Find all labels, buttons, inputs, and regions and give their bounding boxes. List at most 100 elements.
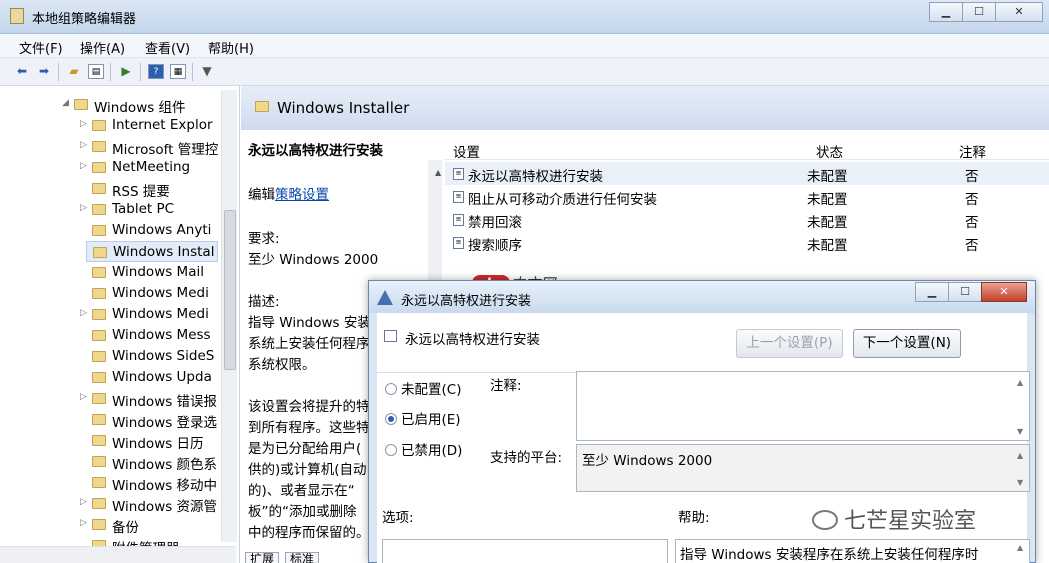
tree-item-label: Windows Medi	[112, 306, 209, 322]
tree-item-label: Windows Mail	[112, 264, 204, 280]
tree-item[interactable]: Windows SideS	[0, 346, 218, 367]
tab-standard[interactable]: 标准	[285, 552, 320, 563]
dialog-maximize-button[interactable]: ☐	[948, 282, 982, 302]
comment-textarea[interactable]: ▲ ▼	[576, 371, 1030, 441]
tree-item-label: Windows Upda	[112, 369, 212, 385]
forward-icon[interactable]: ➡	[36, 64, 52, 79]
wechat-watermark: 七芒星实验室	[812, 503, 976, 535]
tree-item[interactable]: Windows 移动中	[0, 472, 218, 493]
radio-disabled[interactable]: 已禁用(D)	[385, 439, 462, 459]
tree-item[interactable]: Windows Mess	[0, 325, 218, 346]
expand-arrow-icon[interactable]: ▷	[80, 161, 87, 171]
description-line: 系统权限。	[248, 357, 316, 373]
expand-arrow-icon[interactable]: ▷	[80, 497, 87, 507]
next-setting-button[interactable]: 下一个设置(N)	[853, 329, 961, 358]
tree-item[interactable]: ▷ Windows 资源管	[0, 493, 218, 514]
export-list-icon[interactable]: ▶	[118, 64, 134, 79]
tree-item[interactable]: ▷ Internet Explor	[0, 115, 218, 136]
tree-scrollbar[interactable]	[221, 90, 237, 542]
tree-item[interactable]: Windows 日历	[0, 430, 218, 451]
properties-icon[interactable]: ▦	[170, 64, 186, 79]
tree-item[interactable]: ▷ NetMeeting	[0, 157, 218, 178]
menu-help[interactable]: 帮助(H)	[208, 38, 254, 57]
menu-bar: 文件(F) 操作(A) 查看(V) 帮助(H)	[0, 34, 1049, 58]
setting-icon	[384, 330, 397, 342]
folder-icon	[92, 456, 106, 467]
folder-icon	[92, 393, 106, 404]
tree-item[interactable]: Windows Mail	[0, 262, 218, 283]
close-button[interactable]: ✕	[995, 2, 1043, 22]
back-icon[interactable]: ⬅	[14, 64, 30, 79]
edit-policy-link[interactable]: 策略设置	[275, 187, 329, 203]
folder-icon	[92, 477, 106, 488]
tree-item[interactable]: ▷ 备份	[0, 514, 218, 535]
tab-extended[interactable]: 扩展	[245, 552, 280, 563]
column-setting[interactable]: 设置	[453, 141, 480, 161]
policy-icon: ≡	[453, 214, 464, 226]
options-panel[interactable]	[382, 539, 668, 563]
tree-item[interactable]: RSS 提要	[0, 178, 218, 199]
expand-arrow-icon[interactable]: ▷	[80, 119, 87, 129]
tree-horizontal-scrollbar[interactable]	[0, 546, 236, 563]
policy-icon: ≡	[453, 168, 464, 180]
table-row[interactable]: ≡ 永远以高特权进行安装 未配置 否	[445, 162, 1049, 185]
tree-item[interactable]: Windows 颜色系	[0, 451, 218, 472]
menu-action[interactable]: 操作(A)	[80, 38, 125, 57]
scroll-thumb[interactable]	[224, 210, 236, 370]
minimize-button[interactable]: ▁	[929, 2, 963, 22]
show-hide-tree-icon[interactable]: ▤	[88, 64, 104, 79]
tree-item-label: 备份	[112, 520, 139, 535]
menu-view[interactable]: 查看(V)	[145, 38, 190, 57]
tree-item[interactable]: ◢ Windows 组件	[0, 94, 218, 115]
tree-item[interactable]: Windows Upda	[0, 367, 218, 388]
tree-item[interactable]: ▷ Microsoft 管理控	[0, 136, 218, 157]
dialog-close-button[interactable]: ✕	[981, 282, 1027, 302]
edit-policy-line: 编辑策略设置	[248, 187, 329, 203]
tree-pane: ◢ Windows 组件 ▷ Internet Explor ▷ Microsoft 管理…	[0, 86, 240, 563]
expand-arrow-icon[interactable]: ▷	[80, 518, 87, 528]
tree-item[interactable]: Windows Anyti	[0, 220, 218, 241]
tree-item-label: Windows 日历	[112, 436, 204, 451]
menu-file[interactable]: 文件(F)	[19, 38, 63, 57]
tree-item[interactable]: Windows 登录选	[0, 409, 218, 430]
folder-icon	[92, 225, 106, 236]
table-row[interactable]: ≡ 阻止从可移动介质进行任何安装 未配置 否	[445, 185, 1049, 208]
table-row[interactable]: ≡ 搜索顺序 未配置 否	[445, 231, 1049, 254]
tree-item-label: Tablet PC	[112, 201, 175, 217]
pane-header: Windows Installer	[241, 86, 1049, 130]
help-scrollbar[interactable]: ▲	[1013, 540, 1029, 563]
description-scrollbar[interactable]	[428, 160, 442, 280]
help-panel[interactable]: 指导 Windows 安装程序在系统上安装任何程序时 ▲	[675, 539, 1030, 563]
tree-item-label: Windows 登录选	[112, 415, 218, 430]
expand-arrow-icon[interactable]: ▷	[80, 392, 87, 402]
policy-icon: ≡	[453, 191, 464, 203]
filter-icon[interactable]: ▼	[199, 64, 215, 79]
folder-icon	[92, 183, 106, 194]
radio-not-configured[interactable]: 未配置(C)	[385, 378, 461, 398]
folder-icon	[92, 204, 106, 215]
tree-item[interactable]: Windows Medi	[0, 283, 218, 304]
tree-item-label: RSS 提要	[112, 184, 170, 199]
dialog-minimize-button[interactable]: ▁	[915, 282, 949, 302]
column-state[interactable]: 状态	[816, 141, 843, 161]
tree-item[interactable]: ▷ Windows Medi	[0, 304, 218, 325]
column-comment[interactable]: 注释	[959, 141, 986, 161]
expand-arrow-icon[interactable]: ▷	[80, 140, 87, 150]
tree-item-label: Windows Mess	[112, 327, 211, 343]
tree-item-label: Windows 组件	[94, 100, 186, 115]
expanded-arrow-icon[interactable]: ◢	[62, 98, 69, 108]
up-folder-icon[interactable]: ▰	[66, 64, 82, 79]
previous-setting-button[interactable]: 上一个设置(P)	[736, 329, 843, 358]
table-row[interactable]: ≡ 禁用回滚 未配置 否	[445, 208, 1049, 231]
maximize-button[interactable]: ☐	[962, 2, 996, 22]
comment-scrollbar[interactable]: ▲ ▼	[1013, 372, 1029, 440]
radio-enabled[interactable]: 已启用(E)	[385, 408, 461, 428]
tree-item[interactable]: ▷ Tablet PC	[0, 199, 218, 220]
platform-scrollbar[interactable]: ▲ ▼	[1013, 445, 1029, 491]
help-icon[interactable]: ?	[148, 64, 164, 79]
expand-arrow-icon[interactable]: ▷	[80, 203, 87, 213]
tree-item[interactable]: ▷ Windows 错误报	[0, 388, 218, 409]
scroll-up-arrow[interactable]: ▲	[435, 168, 441, 177]
expand-arrow-icon[interactable]: ▷	[80, 308, 87, 318]
tree-item[interactable]: Windows Instal	[86, 241, 218, 262]
